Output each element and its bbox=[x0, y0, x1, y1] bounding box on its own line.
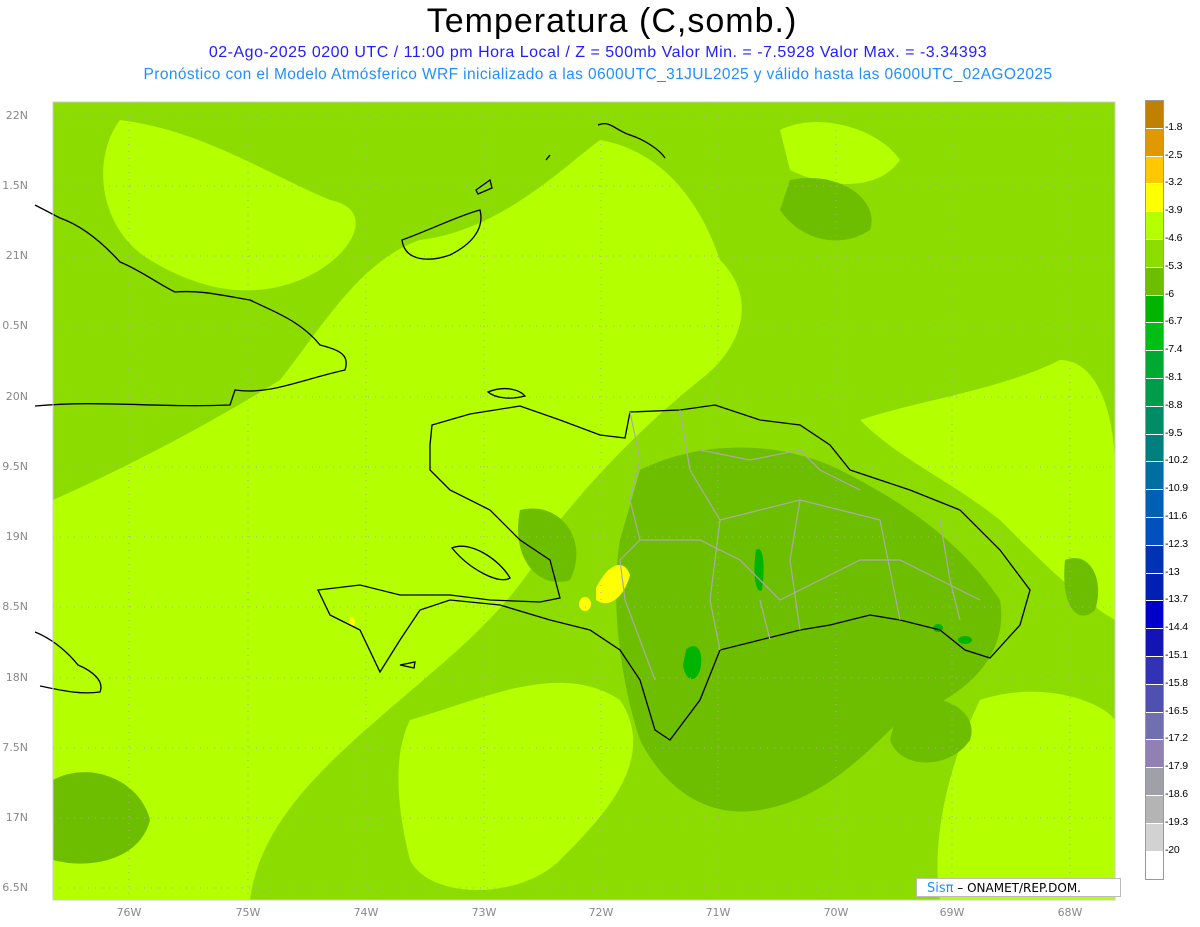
lon-tick-label: 73W bbox=[471, 906, 497, 919]
colorbar-label: -5.3 bbox=[1165, 259, 1183, 272]
colorbar-label: -17.2 bbox=[1165, 732, 1188, 745]
lat-tick-label: 7.5N bbox=[2, 741, 28, 754]
colorbar-label: -6.7 bbox=[1165, 315, 1183, 328]
lon-tick-label: 74W bbox=[353, 906, 379, 919]
lat-tick-label: 8.5N bbox=[2, 600, 28, 613]
sispi-logo: Sisπ bbox=[927, 881, 954, 896]
colorbar-label: -8.8 bbox=[1165, 398, 1183, 411]
colorbar-bin bbox=[1146, 351, 1163, 379]
colorbar-bin bbox=[1146, 212, 1163, 240]
colorbar-label: -8.1 bbox=[1165, 371, 1183, 383]
colorbar-label: -15.1 bbox=[1165, 649, 1188, 661]
lat-tick-label: 17N bbox=[5, 811, 28, 824]
colorbar-bin bbox=[1146, 323, 1163, 352]
lon-tick-label: 72W bbox=[588, 906, 614, 919]
colorbar-bin bbox=[1146, 740, 1163, 769]
colorbar-label: -13.7 bbox=[1165, 593, 1188, 606]
colorbar-label: -15.8 bbox=[1165, 676, 1188, 689]
colorbar-bin bbox=[1146, 629, 1163, 657]
colorbar-bin bbox=[1146, 295, 1163, 324]
colorbar-bin bbox=[1146, 712, 1163, 741]
temperature-map bbox=[34, 101, 1116, 901]
colorbar-label: -10.2 bbox=[1165, 454, 1188, 467]
credit-box: Sisπ – ONAMET/REP.DOM. bbox=[916, 878, 1121, 897]
colorbar-label: -9.5 bbox=[1165, 426, 1183, 439]
colorbar-bin bbox=[1146, 378, 1163, 407]
lon-tick-label: 68W bbox=[1057, 906, 1083, 919]
credit-text: – ONAMET/REP.DOM. bbox=[953, 881, 1081, 895]
colorbar-bin bbox=[1146, 267, 1163, 296]
colorbar-bin bbox=[1146, 517, 1163, 546]
colorbar bbox=[1145, 100, 1164, 881]
colorbar-label: -2.5 bbox=[1165, 148, 1183, 161]
lat-tick-label: 21N bbox=[5, 249, 28, 262]
colorbar-label: -20 bbox=[1165, 843, 1180, 856]
colorbar-label: -12.3 bbox=[1165, 537, 1188, 550]
colorbar-label: -13 bbox=[1165, 565, 1180, 578]
colorbar-label: -14.4 bbox=[1165, 621, 1188, 634]
lat-tick-label: 1.5N bbox=[2, 179, 28, 192]
colorbar-label: -10.9 bbox=[1165, 482, 1188, 495]
colorbar-label: -16.5 bbox=[1165, 704, 1188, 717]
lon-tick-label: 76W bbox=[116, 906, 142, 919]
colorbar-bin bbox=[1146, 184, 1163, 213]
colorbar-bin bbox=[1146, 434, 1163, 463]
colorbar-bin bbox=[1146, 795, 1163, 824]
colorbar-bin bbox=[1146, 156, 1163, 185]
lat-tick-label: 18N bbox=[5, 671, 28, 684]
colorbar-bin bbox=[1146, 573, 1163, 602]
lon-tick-label: 70W bbox=[823, 906, 849, 919]
colorbar-bin bbox=[1146, 768, 1163, 796]
colorbar-bin bbox=[1146, 545, 1163, 574]
colorbar-bin bbox=[1146, 406, 1163, 435]
colorbar-bin bbox=[1146, 239, 1163, 268]
colorbar-label: -3.2 bbox=[1165, 176, 1183, 189]
colorbar-bin bbox=[1146, 851, 1163, 880]
colorbar-bin bbox=[1146, 656, 1163, 685]
colorbar-label: -17.9 bbox=[1165, 760, 1188, 773]
colorbar-label: -18.6 bbox=[1165, 788, 1188, 800]
colorbar-bin bbox=[1146, 128, 1163, 157]
lon-tick-label: 71W bbox=[705, 906, 731, 919]
colorbar-label: -1.8 bbox=[1165, 120, 1183, 133]
lat-tick-label: 22N bbox=[5, 109, 28, 122]
colorbar-bin bbox=[1146, 823, 1163, 852]
colorbar-bin bbox=[1146, 601, 1163, 630]
lat-tick-label: 20N bbox=[5, 390, 28, 403]
colorbar-label: -19.3 bbox=[1165, 815, 1188, 828]
colorbar-bin bbox=[1146, 684, 1163, 713]
colorbar-label: -11.6 bbox=[1165, 510, 1188, 522]
lat-tick-label: 9.5N bbox=[2, 460, 28, 473]
lon-tick-label: 69W bbox=[939, 906, 965, 919]
colorbar-label: -6 bbox=[1165, 287, 1174, 300]
lat-tick-label: 0.5N bbox=[2, 319, 28, 332]
lat-tick-label: 19N bbox=[5, 530, 28, 543]
colorbar-bin bbox=[1146, 490, 1163, 518]
colorbar-label: -3.9 bbox=[1165, 204, 1183, 217]
colorbar-label: -4.6 bbox=[1165, 232, 1183, 244]
colorbar-label: -7.4 bbox=[1165, 343, 1183, 356]
colorbar-bin bbox=[1146, 462, 1163, 491]
lon-tick-label: 75W bbox=[235, 906, 261, 919]
lat-tick-label: 6.5N bbox=[2, 881, 28, 894]
colorbar-bin bbox=[1146, 101, 1163, 129]
